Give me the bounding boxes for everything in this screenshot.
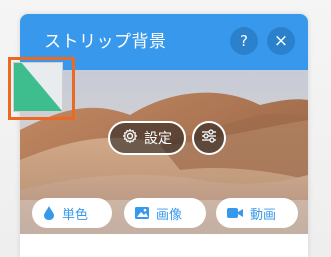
droplet-icon: [42, 205, 56, 221]
video-button-label: 動画: [250, 207, 277, 223]
sliders-icon: [200, 128, 218, 148]
video-camera-icon: [226, 206, 244, 220]
help-icon: ?: [240, 32, 248, 50]
color-button-label: 単色: [62, 207, 89, 223]
color-button[interactable]: 単色: [32, 198, 112, 228]
image-icon: [134, 206, 150, 220]
image-button[interactable]: 画像: [124, 198, 206, 228]
settings-label: 設定: [144, 131, 172, 147]
panel-title: ストリップ背景: [44, 32, 167, 52]
help-button[interactable]: ?: [230, 27, 258, 55]
panel-footer: [20, 234, 308, 257]
video-button[interactable]: 動画: [216, 198, 298, 228]
close-icon: ×: [273, 30, 289, 51]
strip-background-panel: ストリップ背景 ? × 設定 単色 画像 動画: [20, 14, 308, 257]
adjust-button[interactable]: [192, 121, 226, 155]
swatch-graphic: [13, 62, 63, 112]
close-button[interactable]: ×: [267, 27, 295, 55]
settings-button[interactable]: 設定: [108, 121, 186, 155]
color-swatch[interactable]: [13, 62, 63, 112]
gear-icon: [122, 128, 138, 148]
image-button-label: 画像: [156, 207, 183, 223]
